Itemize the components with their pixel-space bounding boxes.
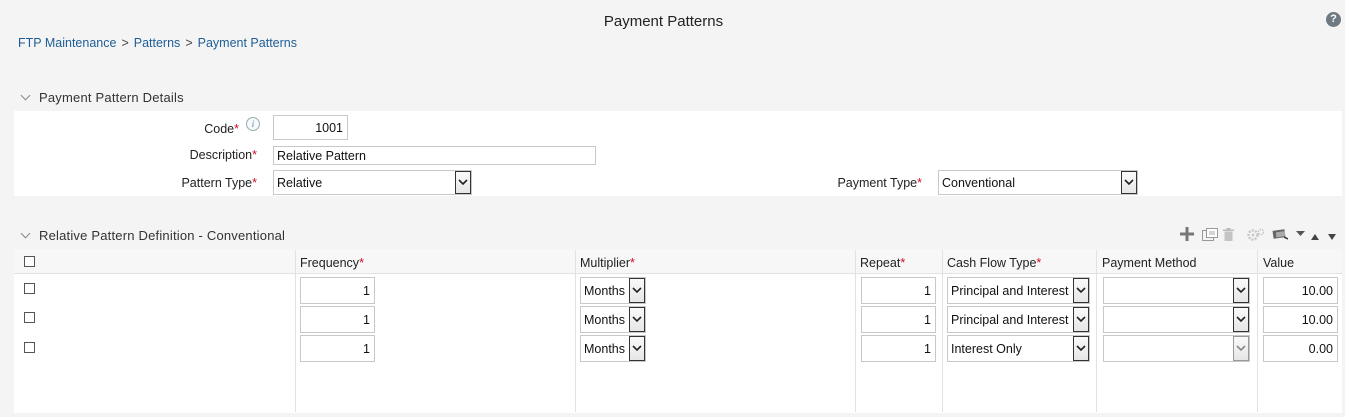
chevron-down-icon[interactable] (629, 307, 645, 332)
description-label: Description* (189, 148, 257, 162)
column-header-frequency[interactable]: Frequency* (300, 256, 364, 270)
code-field[interactable]: 1001 (273, 115, 348, 140)
code-label: Code* (204, 122, 239, 136)
frequency-input[interactable]: 1 (300, 277, 375, 304)
chevron-down-icon[interactable] (1073, 307, 1089, 332)
delete-icon[interactable] (1221, 226, 1235, 242)
breadcrumb-ftp-maintenance[interactable]: FTP Maintenance (18, 36, 116, 50)
value-input[interactable]: 10.00 (1263, 277, 1338, 304)
row-checkbox[interactable] (24, 342, 35, 353)
table-row: 1 Months 1 Interest Only 0.00 (14, 333, 1342, 363)
move-up-icon[interactable] (1309, 229, 1320, 245)
chevron-down-icon[interactable] (629, 336, 645, 361)
value-input[interactable]: 0.00 (1263, 335, 1338, 362)
collapse-chevron-icon[interactable] (20, 228, 31, 239)
row-checkbox[interactable] (24, 312, 35, 323)
help-icon[interactable]: ? (1326, 12, 1341, 27)
chevron-down-icon[interactable] (1233, 307, 1249, 332)
chevron-down-icon[interactable] (629, 278, 645, 303)
chevron-down-icon[interactable] (1233, 336, 1249, 361)
cash-flow-type-select[interactable]: Principal and Interest (947, 306, 1090, 333)
select-all-checkbox[interactable] (24, 256, 35, 267)
settings-icon[interactable] (1246, 226, 1266, 242)
payment-method-select[interactable] (1103, 306, 1250, 333)
copy-icon[interactable] (1201, 226, 1219, 242)
breadcrumb-separator: > (185, 36, 193, 50)
info-icon[interactable]: i (246, 117, 260, 131)
row-checkbox[interactable] (24, 283, 35, 294)
column-header-value[interactable]: Value (1263, 256, 1294, 270)
breadcrumb-payment-patterns[interactable]: Payment Patterns (198, 36, 297, 50)
chevron-down-icon[interactable] (1073, 336, 1089, 361)
definition-section-title: Relative Pattern Definition - Convention… (39, 228, 286, 243)
column-header-cash-flow-type[interactable]: Cash Flow Type* (947, 256, 1041, 270)
cash-flow-type-select[interactable]: Interest Only (947, 335, 1090, 362)
column-header-payment-method[interactable]: Payment Method (1102, 256, 1197, 270)
breadcrumb-separator: > (121, 36, 129, 50)
collapse-chevron-icon[interactable] (20, 90, 31, 101)
multiplier-select[interactable]: Months (580, 335, 646, 362)
required-marker: * (252, 176, 257, 190)
add-icon[interactable] (1179, 226, 1195, 242)
required-marker: * (252, 148, 257, 162)
frequency-input[interactable]: 1 (300, 335, 375, 362)
chevron-down-icon[interactable] (1233, 278, 1249, 303)
breadcrumb-patterns[interactable]: Patterns (134, 36, 181, 50)
payment-method-select[interactable] (1103, 277, 1250, 304)
dropdown-icon[interactable] (1294, 226, 1306, 242)
definition-section-header[interactable]: Relative Pattern Definition - Convention… (20, 228, 286, 243)
value-input[interactable]: 10.00 (1263, 306, 1338, 333)
chevron-down-icon[interactable] (455, 171, 471, 194)
view-icon[interactable] (1271, 226, 1289, 242)
payment-type-select[interactable]: Conventional (938, 170, 1138, 195)
repeat-input[interactable]: 1 (861, 306, 936, 333)
page-title: Payment Patterns (603, 13, 724, 30)
breadcrumb: FTP Maintenance > Patterns > Payment Pattern… (18, 36, 297, 50)
column-header-repeat[interactable]: Repeat* (860, 256, 905, 270)
required-marker: * (917, 176, 922, 190)
pattern-type-label: Pattern Type* (181, 176, 257, 190)
move-down-icon[interactable] (1326, 229, 1337, 245)
table-row: 1 Months 1 Principal and Interest 10.00 (14, 275, 1342, 305)
table-row: 1 Months 1 Principal and Interest 10.00 (14, 304, 1342, 334)
multiplier-select[interactable]: Months (580, 306, 646, 333)
pattern-type-select[interactable]: Relative (273, 170, 472, 195)
repeat-input[interactable]: 1 (861, 335, 936, 362)
payment-type-label: Payment Type* (837, 176, 922, 190)
chevron-down-icon[interactable] (1121, 171, 1137, 194)
repeat-input[interactable]: 1 (861, 277, 936, 304)
frequency-input[interactable]: 1 (300, 306, 375, 333)
details-section-header[interactable]: Payment Pattern Details (20, 90, 184, 105)
details-section-title: Payment Pattern Details (39, 90, 184, 105)
chevron-down-icon[interactable] (1073, 278, 1089, 303)
cash-flow-type-select[interactable]: Principal and Interest (947, 277, 1090, 304)
description-field[interactable]: Relative Pattern (273, 146, 596, 165)
column-header-multiplier[interactable]: Multiplier* (580, 256, 635, 270)
required-marker: * (234, 122, 239, 136)
payment-method-select[interactable] (1103, 335, 1250, 362)
multiplier-select[interactable]: Months (580, 277, 646, 304)
